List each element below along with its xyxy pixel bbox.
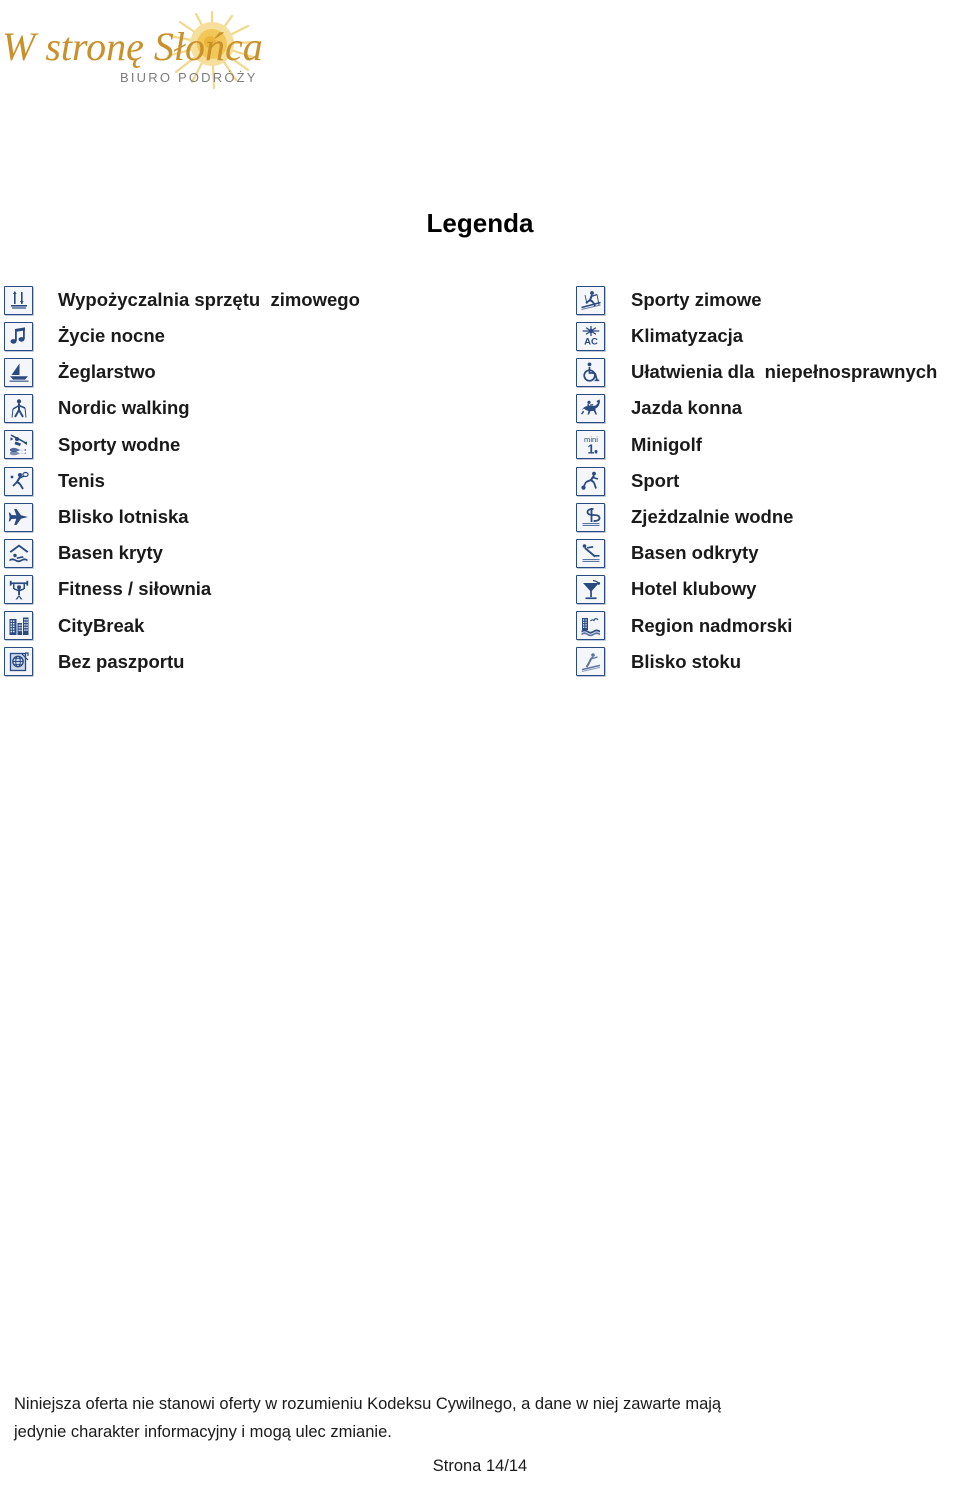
disclaimer-text: Niniejsza oferta nie stanowi oferty w ro… bbox=[14, 1390, 794, 1446]
legend-item-label: Sporty wodne bbox=[58, 433, 181, 455]
water-slide-icon bbox=[576, 502, 605, 532]
legend-item-seaside-region: Region nadmorski bbox=[576, 608, 960, 644]
legend-item-label: Życie nocne bbox=[58, 325, 165, 347]
disclaimer-line-1: Niniejsza oferta nie stanowi oferty w ro… bbox=[14, 1395, 722, 1413]
legend-item-label: Ułatwienia dla niepełnosprawnych bbox=[631, 361, 938, 383]
legend-left-column: Wypożyczalnia sprzętu zimowego Życie noc… bbox=[4, 282, 544, 680]
legend-item-indoor-pool: Basen kryty bbox=[4, 535, 544, 571]
legend-item-label: Sport bbox=[631, 469, 680, 491]
legend-item-label: Region nadmorski bbox=[631, 614, 793, 636]
legend-item-minigolf: mini 1. Minigolf bbox=[576, 427, 960, 463]
disclaimer-line-2: jedynie charakter informacyjny i mogą ul… bbox=[14, 1423, 392, 1441]
indoor-pool-icon bbox=[4, 538, 33, 568]
ski-rental-icon bbox=[4, 285, 33, 315]
legend-right-column: Sporty zimowe AC Klimatyzacja Ułatwienia… bbox=[576, 282, 960, 680]
wheelchair-icon bbox=[576, 357, 605, 387]
legend-item-ski-rental: Wypożyczalnia sprzętu zimowego bbox=[4, 282, 544, 318]
diving-board-icon bbox=[576, 538, 605, 568]
legend-item-sailing: Żeglarstwo bbox=[4, 354, 544, 390]
legend-item-label: Hotel klubowy bbox=[631, 578, 757, 600]
legend-item-label: Blisko stoku bbox=[631, 650, 741, 672]
music-note-icon bbox=[4, 321, 33, 351]
legend-item-label: Fitness / siłownia bbox=[58, 578, 212, 600]
tennis-icon bbox=[4, 466, 33, 496]
legend-item-label: Jazda konna bbox=[631, 397, 743, 419]
legend-item-label: Minigolf bbox=[631, 433, 702, 455]
seaside-region-icon bbox=[576, 611, 605, 641]
legend-item-label: Basen odkryty bbox=[631, 542, 759, 564]
company-logo: W stronę Słońca BIURO PODRÓŻY bbox=[0, 2, 300, 102]
air-conditioning-icon: AC bbox=[576, 321, 605, 351]
legend-item-label: Blisko lotniska bbox=[58, 505, 189, 527]
legend-item-no-passport: Bez paszportu bbox=[4, 644, 544, 680]
sailboat-icon bbox=[4, 357, 33, 387]
cocktail-glass-icon bbox=[576, 575, 605, 605]
legend-item-club-hotel: Hotel klubowy bbox=[576, 572, 960, 608]
legend-item-nordic-walking: Nordic walking bbox=[4, 391, 544, 427]
weightlifter-icon bbox=[4, 575, 33, 605]
page-number: Strona 14/14 bbox=[432, 1457, 528, 1475]
legend-item-water-sports: Sporty wodne bbox=[4, 427, 544, 463]
cross-country-ski-icon bbox=[576, 285, 605, 315]
football-player-icon bbox=[576, 466, 605, 496]
legend-item-sport: Sport bbox=[576, 463, 960, 499]
legend-item-label: Klimatyzacja bbox=[631, 325, 744, 347]
nordic-walking-icon bbox=[4, 394, 33, 424]
legend-item-water-slides: Zjeżdzalnie wodne bbox=[576, 499, 960, 535]
legend-item-nightlife: Życie nocne bbox=[4, 318, 544, 354]
svg-text:AC: AC bbox=[584, 337, 598, 347]
legend-item-label: Basen kryty bbox=[58, 542, 163, 564]
kayak-icon bbox=[4, 430, 33, 460]
horse-riding-icon bbox=[576, 394, 605, 424]
legend-item-air-conditioning: AC Klimatyzacja bbox=[576, 318, 960, 354]
near-slope-icon bbox=[576, 647, 605, 677]
city-buildings-icon bbox=[4, 611, 33, 641]
legend-item-tennis: Tenis bbox=[4, 463, 544, 499]
legend-item-accessibility: Ułatwienia dla niepełnosprawnych bbox=[576, 354, 960, 390]
passport-globe-icon bbox=[4, 647, 33, 677]
legend-item-label: Tenis bbox=[58, 469, 105, 491]
legend-item-label: Bez paszportu bbox=[58, 650, 185, 672]
legend-item-label: Sporty zimowe bbox=[631, 288, 762, 310]
legend-item-winter-sports: Sporty zimowe bbox=[576, 282, 960, 318]
airplane-icon bbox=[4, 502, 33, 532]
legend-item-label: CityBreak bbox=[58, 614, 145, 636]
logo-tagline: BIURO PODRÓŻY bbox=[120, 70, 258, 85]
legend-item-fitness: Fitness / siłownia bbox=[4, 572, 544, 608]
legend-item-horse-riding: Jazda konna bbox=[576, 391, 960, 427]
legend-item-label: Nordic walking bbox=[58, 397, 190, 419]
legend-item-label: Zjeżdzalnie wodne bbox=[631, 505, 794, 527]
svg-text:1.: 1. bbox=[587, 442, 597, 456]
logo-wordmark: W stronę Słońca bbox=[2, 24, 263, 69]
legend-item-outdoor-pool: Basen odkryty bbox=[576, 535, 960, 571]
logo-artwork: W stronę Słońca BIURO PODRÓŻY bbox=[2, 10, 263, 90]
page-title: Legenda bbox=[426, 208, 534, 238]
legend-item-near-slope: Blisko stoku bbox=[576, 644, 960, 680]
legend-item-near-airport: Blisko lotniska bbox=[4, 499, 544, 535]
minigolf-icon: mini 1. bbox=[576, 430, 605, 460]
legend-item-label: Wypożyczalnia sprzętu zimowego bbox=[58, 288, 360, 310]
legend-item-citybreak: CityBreak bbox=[4, 608, 544, 644]
legend-item-label: Żeglarstwo bbox=[58, 361, 156, 383]
